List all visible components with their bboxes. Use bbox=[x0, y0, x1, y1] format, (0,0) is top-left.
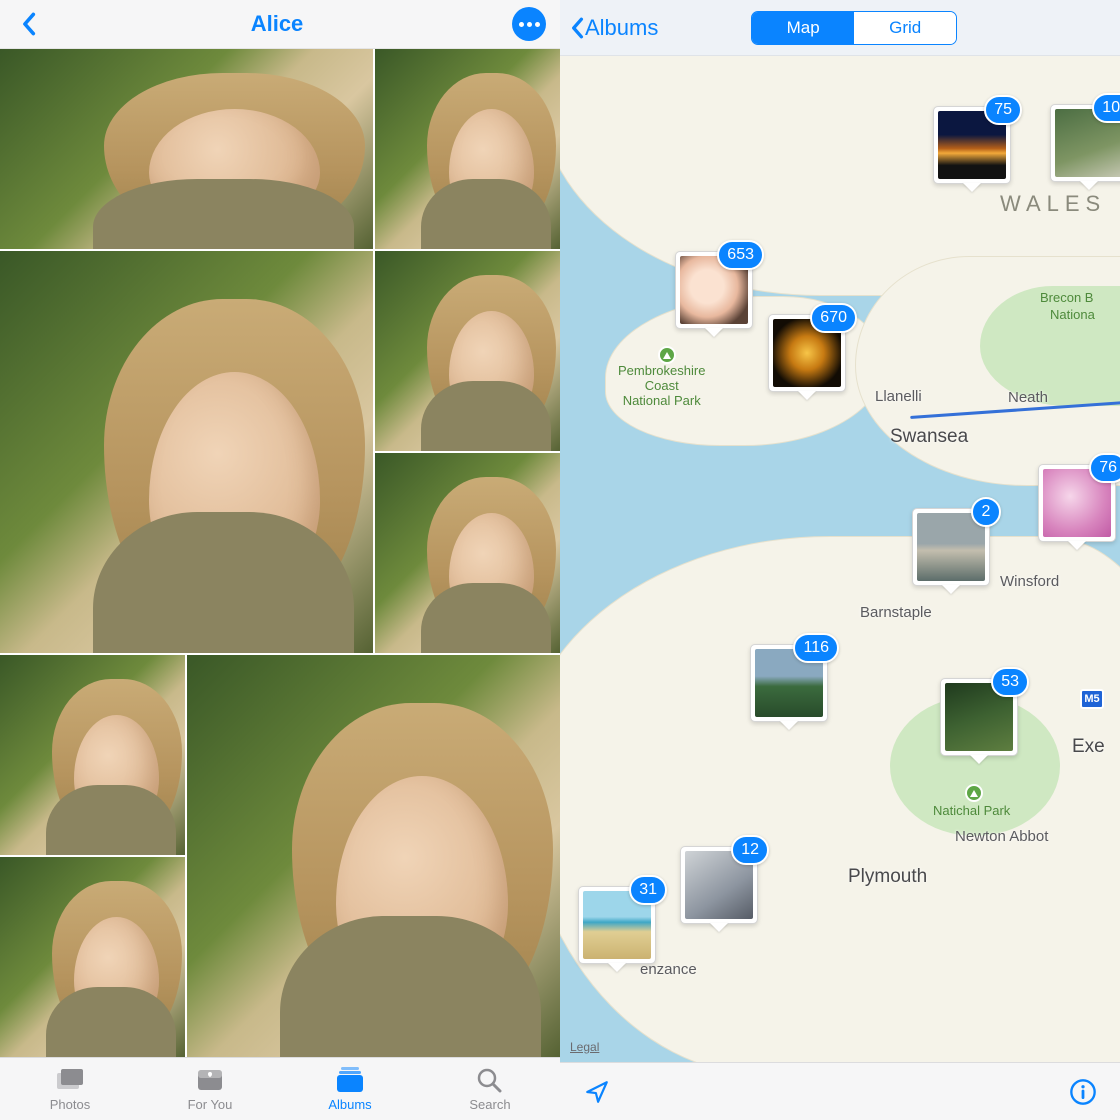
map-photo-cluster[interactable]: 75 bbox=[933, 106, 1011, 184]
tab-search[interactable]: Search bbox=[420, 1058, 560, 1120]
foryou-icon bbox=[195, 1067, 225, 1093]
map-region-label: WALES bbox=[1000, 191, 1106, 217]
locate-me-button[interactable] bbox=[582, 1077, 612, 1107]
map-city-label: Barnstaple bbox=[860, 604, 932, 621]
map-toolbar bbox=[560, 1062, 1120, 1120]
tab-albums[interactable]: Albums bbox=[280, 1058, 420, 1120]
photo-thumb[interactable] bbox=[375, 251, 560, 451]
nav-bar: Alice bbox=[0, 0, 560, 49]
photo-thumb[interactable] bbox=[0, 655, 185, 855]
chevron-left-icon bbox=[21, 12, 36, 36]
photo-thumb[interactable] bbox=[375, 49, 560, 249]
nav-bar: Albums Map Grid bbox=[560, 0, 1120, 56]
map-photo-cluster[interactable]: 105 bbox=[1050, 104, 1120, 182]
people-album-screen: Alice Photos For You Albums Search bbox=[0, 0, 560, 1120]
map-photo-cluster[interactable]: 670 bbox=[768, 314, 846, 392]
park-marker-icon bbox=[658, 346, 676, 364]
photo-thumb[interactable] bbox=[187, 655, 560, 1057]
photos-icon bbox=[55, 1067, 85, 1093]
road-shield: M5 bbox=[1080, 689, 1104, 709]
chevron-left-icon bbox=[570, 17, 584, 39]
map-legal-link[interactable]: Legal bbox=[570, 1040, 599, 1054]
map[interactable]: WALES Pembrokeshire Coast National Park … bbox=[560, 56, 1120, 1062]
segment-map[interactable]: Map bbox=[752, 12, 854, 44]
segment-grid[interactable]: Grid bbox=[854, 12, 956, 44]
map-photo-cluster[interactable]: 31 bbox=[578, 886, 656, 964]
segmented-control: Map Grid bbox=[751, 11, 957, 45]
photo-thumb[interactable] bbox=[0, 49, 373, 249]
location-arrow-icon bbox=[584, 1079, 610, 1105]
search-icon bbox=[475, 1067, 505, 1093]
places-map-screen: Albums Map Grid WALES Pembrokeshire Coas… bbox=[560, 0, 1120, 1120]
tab-bar: Photos For You Albums Search bbox=[0, 1057, 560, 1120]
cluster-count-badge: 2 bbox=[971, 497, 1001, 527]
tab-label: Photos bbox=[50, 1097, 90, 1112]
tab-label: Albums bbox=[328, 1097, 371, 1112]
cluster-count-badge: 76 bbox=[1089, 453, 1120, 483]
map-photo-cluster[interactable]: 12 bbox=[680, 846, 758, 924]
map-city-label: Exe bbox=[1072, 736, 1105, 758]
photo-thumb[interactable] bbox=[0, 251, 373, 653]
photo-grid bbox=[0, 49, 560, 1057]
map-photo-cluster[interactable]: 653 bbox=[675, 251, 753, 329]
tab-label: For You bbox=[188, 1097, 233, 1112]
park-label: Natichal Park bbox=[933, 804, 1010, 819]
tab-foryou[interactable]: For You bbox=[140, 1058, 280, 1120]
map-photo-cluster[interactable]: 116 bbox=[750, 644, 828, 722]
more-button[interactable] bbox=[512, 7, 546, 41]
map-city-label: Winsford bbox=[1000, 573, 1059, 590]
photo-thumb[interactable] bbox=[375, 453, 560, 653]
albums-icon bbox=[335, 1067, 365, 1093]
photo-thumb[interactable] bbox=[0, 857, 185, 1057]
back-button[interactable] bbox=[14, 10, 42, 38]
back-button[interactable]: Albums bbox=[570, 15, 658, 41]
map-photo-cluster[interactable]: 2 bbox=[912, 508, 990, 586]
cluster-count-badge: 75 bbox=[984, 95, 1022, 125]
tab-label: Search bbox=[469, 1097, 510, 1112]
cluster-thumb bbox=[917, 513, 985, 581]
cluster-count-badge: 116 bbox=[793, 633, 839, 663]
map-city-label: Neath bbox=[1008, 389, 1048, 406]
map-city-label: Swansea bbox=[890, 426, 968, 448]
cluster-count-badge: 53 bbox=[991, 667, 1029, 697]
park-label: Pembrokeshire Coast National Park bbox=[618, 364, 705, 409]
park-label: Brecon B bbox=[1040, 291, 1093, 306]
cluster-count-badge: 670 bbox=[810, 303, 857, 333]
cluster-count-badge: 12 bbox=[731, 835, 769, 865]
map-city-label: Plymouth bbox=[848, 866, 927, 888]
map-city-label: Llanelli bbox=[875, 388, 922, 405]
park-marker-icon bbox=[965, 784, 983, 802]
map-photo-cluster[interactable]: 53 bbox=[940, 678, 1018, 756]
cluster-count-badge: 31 bbox=[629, 875, 667, 905]
map-photo-cluster[interactable]: 76 bbox=[1038, 464, 1116, 542]
info-icon bbox=[1069, 1078, 1097, 1106]
park-label: Nationa bbox=[1050, 308, 1095, 323]
cluster-count-badge: 105 bbox=[1092, 93, 1120, 123]
map-city-label: Newton Abbot bbox=[955, 828, 1048, 845]
tab-photos[interactable]: Photos bbox=[0, 1058, 140, 1120]
page-title: Alice bbox=[251, 11, 304, 37]
map-info-button[interactable] bbox=[1068, 1077, 1098, 1107]
cluster-count-badge: 653 bbox=[717, 240, 764, 270]
back-label: Albums bbox=[585, 15, 658, 41]
